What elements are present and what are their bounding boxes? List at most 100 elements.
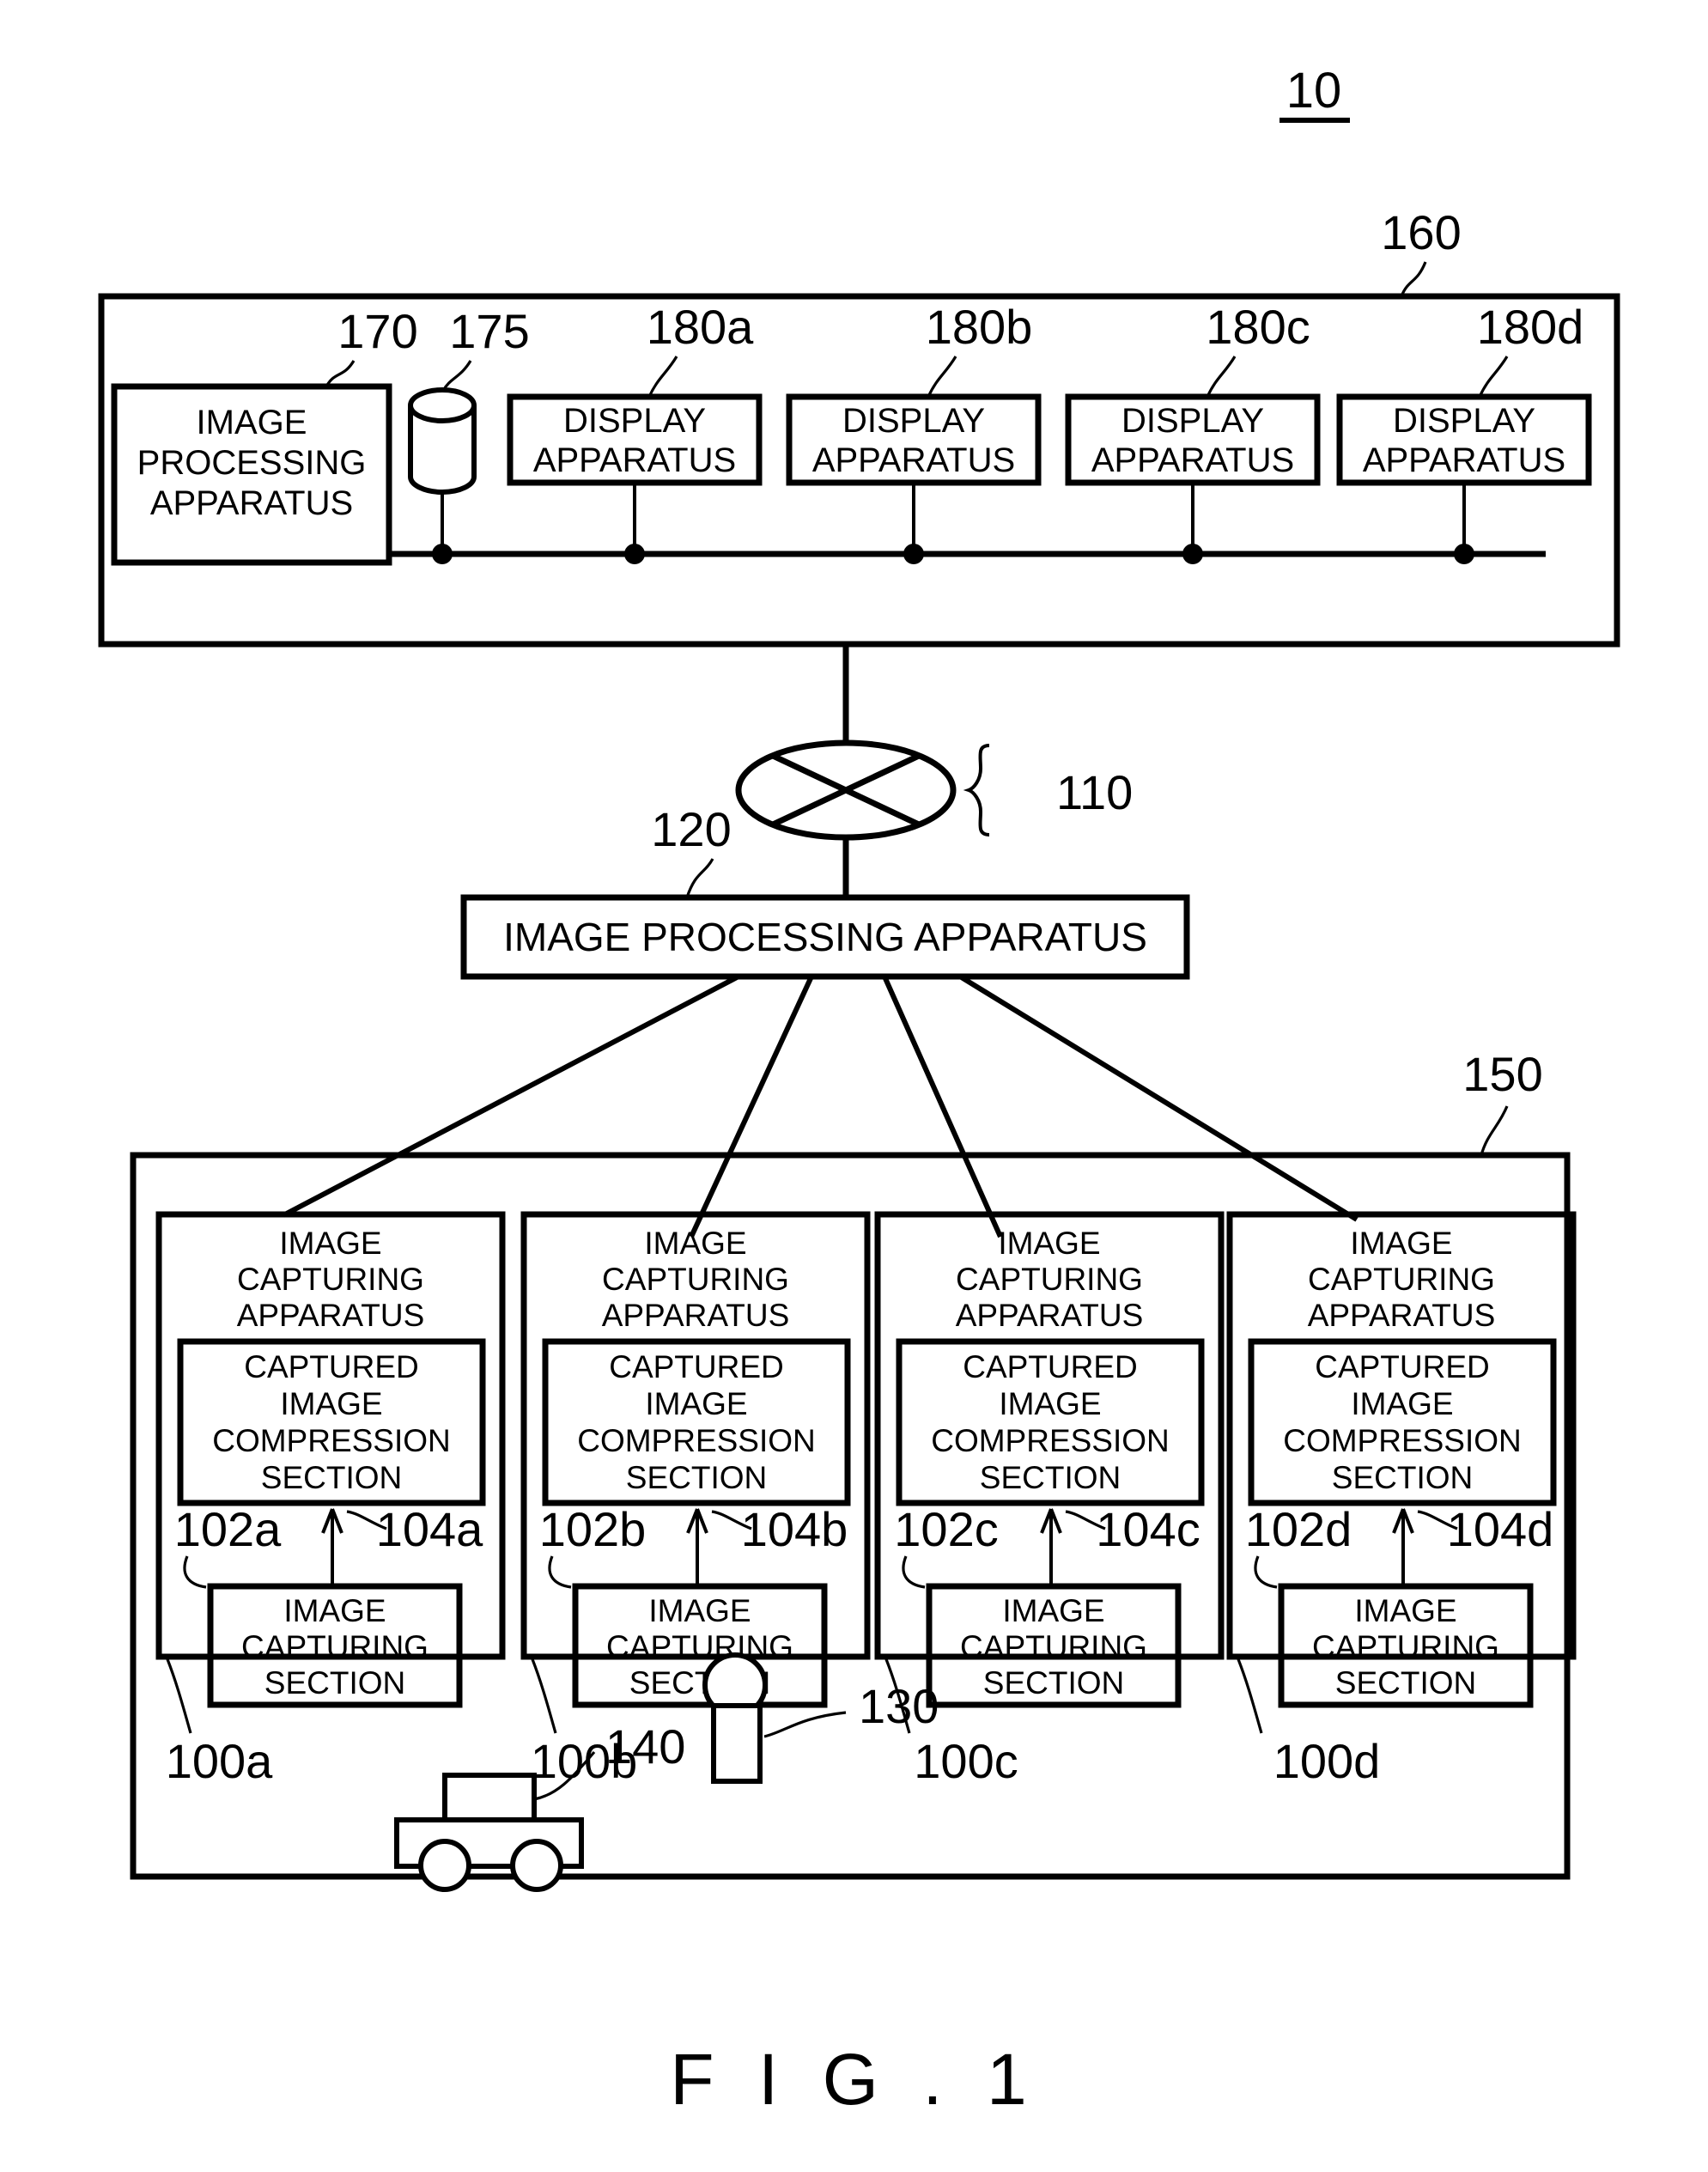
camera-a-compression-line-4: SECTION bbox=[261, 1460, 402, 1495]
ref-102d-leader bbox=[1254, 1555, 1278, 1589]
camera-d-title-line-2: CAPTURING bbox=[1308, 1262, 1495, 1297]
display-180a-line-1: DISPLAY bbox=[563, 402, 706, 440]
camera-a-capture-line-1: IMAGE bbox=[283, 1593, 386, 1628]
camera-d-arrow bbox=[1392, 1508, 1414, 1585]
system-ref-10: 10 bbox=[1286, 63, 1342, 119]
ref-120-leader bbox=[685, 858, 714, 898]
ref-180c-leader bbox=[1206, 356, 1237, 398]
ref-100d-leader bbox=[1237, 1658, 1263, 1734]
ref-180a-leader bbox=[647, 356, 678, 398]
camera-c-capture-line-3: SECTION bbox=[983, 1665, 1124, 1700]
camera-c-compression-line-2: IMAGE bbox=[999, 1386, 1101, 1421]
display-180c-line-2: APPARATUS bbox=[1091, 441, 1294, 479]
camera-b-capture-line-2: CAPTURING bbox=[606, 1629, 793, 1664]
ref-180a: 180a bbox=[647, 300, 754, 354]
camera-d-capture-line-3: SECTION bbox=[1335, 1665, 1476, 1700]
ref-104a: 104a bbox=[376, 1502, 483, 1556]
camera-b-title-line-3: APPARATUS bbox=[602, 1298, 790, 1333]
ipa-170-line-3: APPARATUS bbox=[150, 484, 353, 522]
camera-b-capture-line-1: IMAGE bbox=[648, 1593, 751, 1628]
camera-b-arrow bbox=[686, 1508, 708, 1585]
ref-102b-leader bbox=[548, 1555, 572, 1589]
ref-175: 175 bbox=[449, 304, 529, 358]
ref-120: 120 bbox=[651, 802, 731, 856]
camera-a-arrow bbox=[321, 1508, 343, 1585]
ref-100a-leader bbox=[166, 1658, 192, 1734]
camera-a-capture-line-3: SECTION bbox=[264, 1665, 405, 1700]
network-icon-110 bbox=[735, 739, 957, 841]
bus-node-180a bbox=[624, 544, 645, 564]
ipa-120-label: IMAGE PROCESSING APPARATUS bbox=[503, 915, 1147, 959]
ref-140: 140 bbox=[605, 1719, 685, 1773]
camera-a-title-line-1: IMAGE bbox=[279, 1226, 381, 1261]
ref-180d-leader bbox=[1478, 356, 1509, 398]
ref-180c: 180c bbox=[1206, 300, 1310, 354]
camera-a-capture-line-2: CAPTURING bbox=[241, 1629, 429, 1664]
ref-100a: 100a bbox=[166, 1734, 273, 1788]
display-180d-line-2: APPARATUS bbox=[1363, 441, 1565, 479]
ref-110: 110 bbox=[1056, 765, 1133, 819]
link-120-to-camera-c bbox=[882, 975, 1003, 1238]
figure-caption: F I G . 1 bbox=[670, 2039, 1038, 2120]
ref-180b-leader bbox=[927, 356, 957, 398]
camera-d-compression-line-3: COMPRESSION bbox=[1283, 1423, 1522, 1458]
camera-a-title-line-3: APPARATUS bbox=[237, 1298, 425, 1333]
ref-175-leader bbox=[441, 360, 472, 392]
ref-102a-leader bbox=[183, 1555, 207, 1589]
camera-a-compression-line-3: COMPRESSION bbox=[212, 1423, 451, 1458]
bus-node-database bbox=[432, 544, 453, 564]
figure-canvas: 10 160 IMAGE PROCESSING APPARATUS 170 17… bbox=[98, 63, 1620, 2120]
camera-a-compression-line-1: CAPTURED bbox=[244, 1349, 419, 1384]
camera-b-title-line-2: CAPTURING bbox=[602, 1262, 789, 1297]
camera-b-compression-line-4: SECTION bbox=[626, 1460, 767, 1495]
camera-d-capture-line-1: IMAGE bbox=[1354, 1593, 1456, 1628]
display-180b-line-1: DISPLAY bbox=[842, 402, 985, 440]
camera-d-title-line-1: IMAGE bbox=[1350, 1226, 1452, 1261]
ref-130-leader bbox=[763, 1711, 847, 1738]
ref-100c: 100c bbox=[914, 1734, 1018, 1788]
ref-104c: 104c bbox=[1096, 1502, 1200, 1556]
bus-node-180d bbox=[1454, 544, 1474, 564]
ref-160-leader bbox=[1400, 261, 1427, 297]
ref-104b: 104b bbox=[741, 1502, 848, 1556]
camera-d-compression-line-1: CAPTURED bbox=[1315, 1349, 1490, 1384]
ref-110-brace bbox=[963, 744, 990, 837]
ref-180b: 180b bbox=[926, 300, 1033, 354]
ref-180d: 180d bbox=[1477, 300, 1584, 354]
camera-d-compression-line-4: SECTION bbox=[1332, 1460, 1473, 1495]
display-180b-line-2: APPARATUS bbox=[812, 441, 1015, 479]
camera-b-title-line-1: IMAGE bbox=[644, 1226, 746, 1261]
ipa-170-line-2: PROCESSING bbox=[137, 444, 367, 482]
camera-d-compression-line-2: IMAGE bbox=[1351, 1386, 1453, 1421]
camera-c-capture-line-1: IMAGE bbox=[1002, 1593, 1104, 1628]
link-120-to-camera-b bbox=[689, 975, 814, 1238]
ref-150: 150 bbox=[1462, 1047, 1542, 1101]
camera-b-compression-line-1: CAPTURED bbox=[609, 1349, 784, 1384]
camera-b-compression-line-2: IMAGE bbox=[645, 1386, 747, 1421]
ref-170-leader bbox=[325, 360, 356, 387]
camera-c-compression-line-4: SECTION bbox=[980, 1460, 1121, 1495]
ref-170: 170 bbox=[337, 304, 417, 358]
camera-d-title-line-3: APPARATUS bbox=[1308, 1298, 1496, 1333]
camera-a-title-line-2: CAPTURING bbox=[237, 1262, 424, 1297]
camera-c-title-line-1: IMAGE bbox=[998, 1226, 1100, 1261]
ref-100b-leader bbox=[531, 1658, 557, 1734]
ipa-170-line-1: IMAGE bbox=[197, 404, 307, 441]
display-180a-line-2: APPARATUS bbox=[533, 441, 736, 479]
ref-130: 130 bbox=[859, 1679, 939, 1733]
camera-c-compression-line-3: COMPRESSION bbox=[931, 1423, 1170, 1458]
ref-150-leader bbox=[1480, 1105, 1509, 1156]
camera-a-compression-line-2: IMAGE bbox=[280, 1386, 382, 1421]
database-icon-175 bbox=[408, 387, 477, 495]
bus-node-180b bbox=[903, 544, 924, 564]
ref-102c: 102c bbox=[894, 1502, 998, 1556]
bus-node-180c bbox=[1182, 544, 1203, 564]
ref-102a: 102a bbox=[174, 1502, 282, 1556]
ref-104d: 104d bbox=[1447, 1502, 1554, 1556]
camera-c-title-line-2: CAPTURING bbox=[956, 1262, 1143, 1297]
ref-100d: 100d bbox=[1273, 1734, 1381, 1788]
ref-160: 160 bbox=[1381, 205, 1461, 259]
display-180c-line-1: DISPLAY bbox=[1121, 402, 1264, 440]
patent-figure-1: 10 160 IMAGE PROCESSING APPARATUS 170 17… bbox=[0, 0, 1708, 2172]
ref-102d: 102d bbox=[1245, 1502, 1352, 1556]
